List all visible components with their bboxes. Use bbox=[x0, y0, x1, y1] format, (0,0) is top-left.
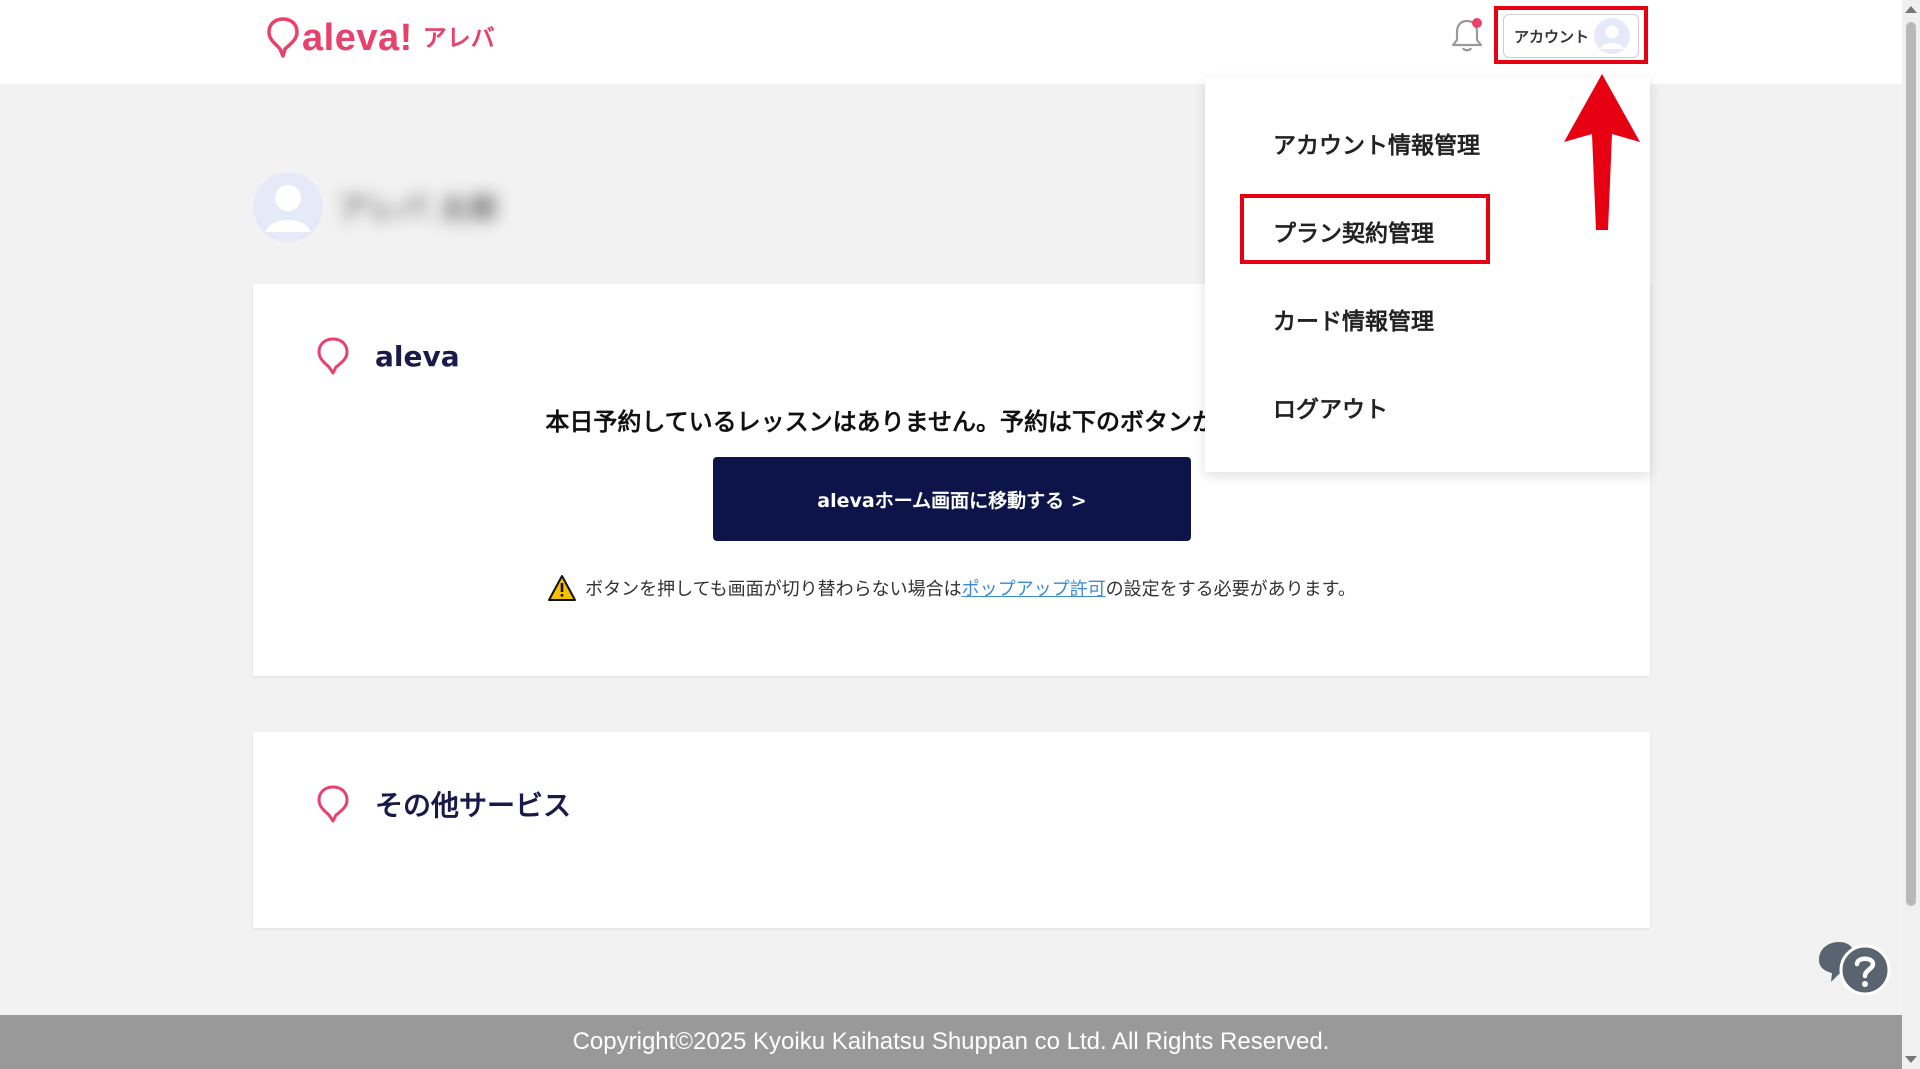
warning-text-after: の設定をする必要があります。 bbox=[1105, 579, 1356, 600]
logo-text: aleva! bbox=[302, 17, 413, 59]
card-title-text: その他サービス bbox=[375, 789, 572, 822]
account-label: アカウント bbox=[1514, 27, 1590, 46]
speech-pin-icon bbox=[317, 337, 349, 375]
warning-text-before: ボタンを押しても画面が切り替わらない場合は bbox=[585, 579, 962, 600]
vertical-scrollbar[interactable] bbox=[1902, 0, 1920, 1069]
header: aleva! アレバ アカウント bbox=[0, 0, 1902, 84]
speech-pin-icon bbox=[267, 17, 299, 58]
speech-pin-icon bbox=[317, 785, 349, 823]
aleva-home-button[interactable]: alevaホーム画面に移動する > bbox=[713, 457, 1191, 541]
copyright-text: Copyright©2025 Kyoiku Kaihatsu Shuppan c… bbox=[572, 1028, 1330, 1055]
menu-item-account-info[interactable]: アカウント情報管理 bbox=[1273, 126, 1480, 160]
help-chat-icon[interactable] bbox=[1813, 938, 1893, 1002]
aleva-logo[interactable]: aleva! アレバ bbox=[266, 14, 495, 62]
account-dropdown-menu: アカウント情報管理 プラン契約管理 カード情報管理 ログアウト bbox=[1205, 78, 1650, 472]
user-avatar-icon bbox=[1594, 18, 1630, 54]
user-avatar-icon bbox=[253, 172, 323, 242]
scrollbar-thumb[interactable] bbox=[1906, 22, 1916, 906]
other-services-card: その他サービス bbox=[253, 732, 1650, 928]
aleva-card-title: aleva bbox=[315, 336, 460, 376]
card-title-text: aleva bbox=[375, 339, 460, 373]
logo-kana: アレバ bbox=[422, 24, 495, 52]
scroll-down-icon[interactable] bbox=[1905, 1056, 1917, 1063]
popup-warning: ボタンを押しても画面が切り替わらない場合はポップアップ許可の設定をする必要があり… bbox=[253, 574, 1650, 602]
account-button[interactable]: アカウント bbox=[1503, 14, 1639, 58]
bell-icon[interactable] bbox=[1449, 16, 1485, 54]
warning-icon bbox=[548, 575, 577, 601]
menu-item-logout[interactable]: ログアウト bbox=[1273, 390, 1388, 424]
footer: Copyright©2025 Kyoiku Kaihatsu Shuppan c… bbox=[0, 1015, 1902, 1069]
menu-item-plan-contract[interactable]: プラン契約管理 bbox=[1273, 214, 1434, 248]
other-services-title: その他サービス bbox=[315, 784, 571, 824]
menu-item-card-info[interactable]: カード情報管理 bbox=[1273, 302, 1434, 336]
user-name: アレバ 太郎 bbox=[338, 192, 499, 227]
popup-permission-link[interactable]: ポップアップ許可 bbox=[962, 579, 1106, 600]
scroll-up-icon[interactable] bbox=[1905, 6, 1917, 13]
